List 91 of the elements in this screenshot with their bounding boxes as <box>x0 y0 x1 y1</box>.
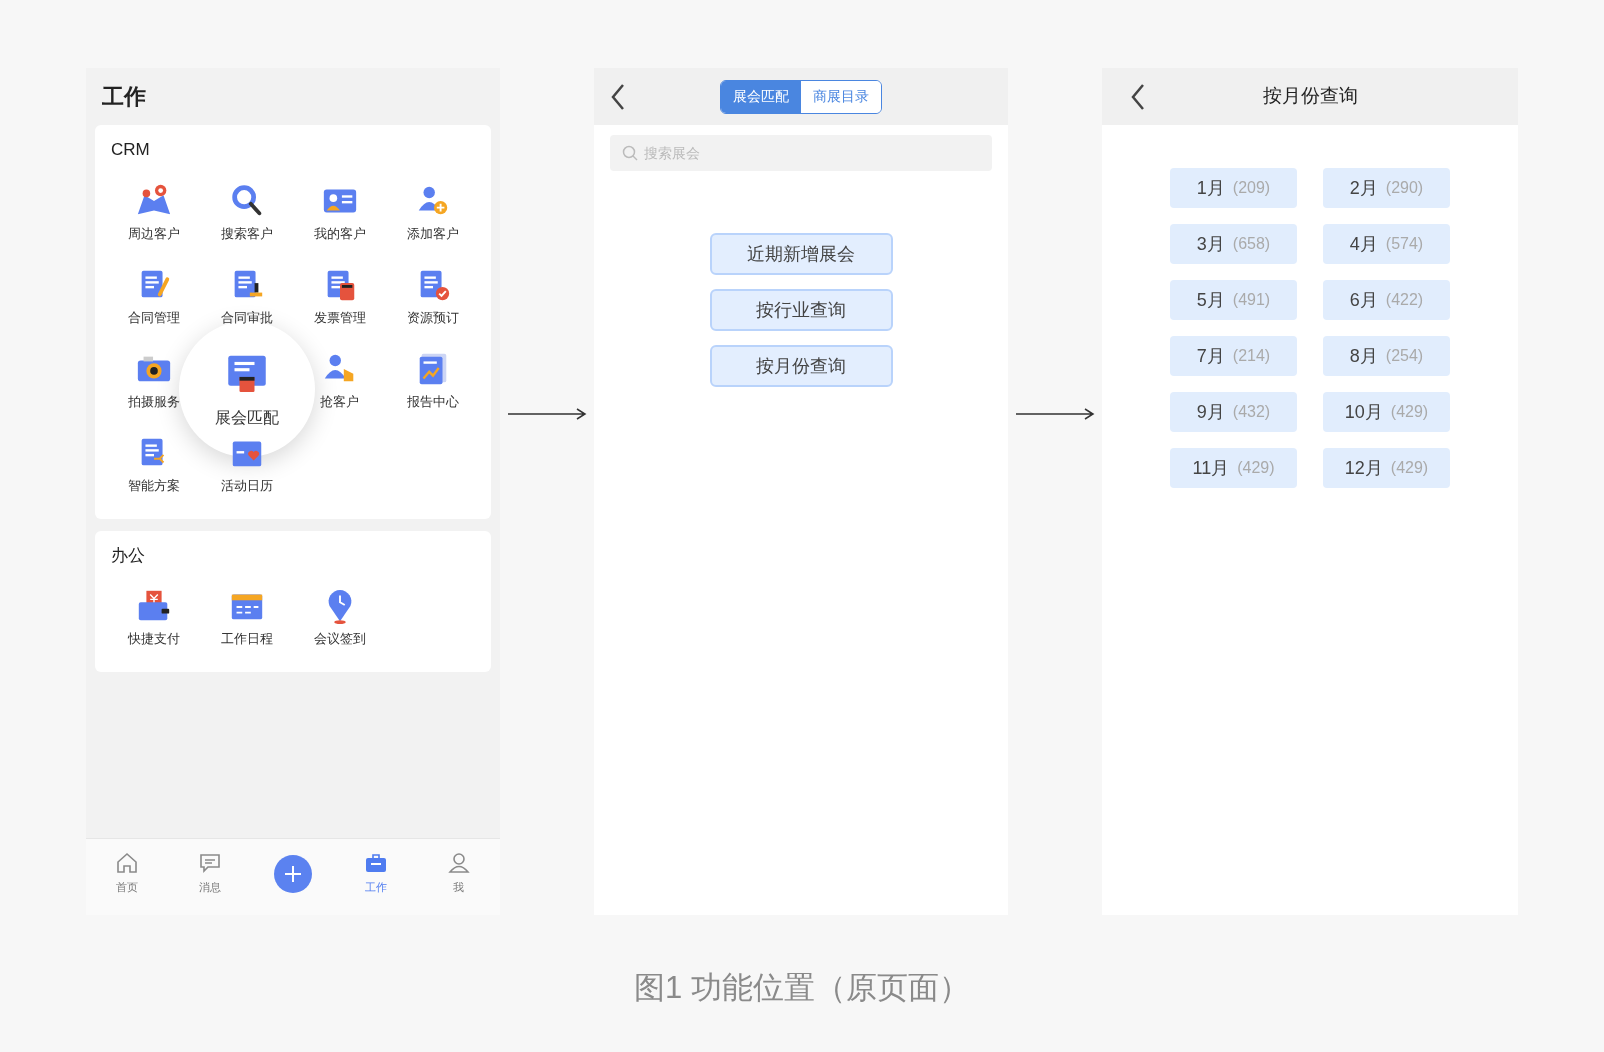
month-label: 12月 <box>1344 456 1383 480</box>
app-tile[interactable]: 快捷支付 <box>127 587 180 649</box>
screen-title: 按月份查询 <box>1262 84 1358 109</box>
plus-icon <box>284 865 302 883</box>
app-tile[interactable]: 我的客户 <box>313 181 366 244</box>
app-tile[interactable]: 搜索客户 <box>220 181 273 244</box>
app-tile[interactable]: 合同管理 <box>127 265 180 328</box>
app-label: 智能方案 <box>127 476 180 495</box>
month-button[interactable]: 7月 (214) <box>1170 336 1297 376</box>
month-button[interactable]: 8月 (254) <box>1323 336 1450 376</box>
month-count: (429) <box>1390 458 1429 478</box>
month-count: (429) <box>1237 458 1275 478</box>
app-label: 工作日程 <box>220 630 273 649</box>
profile-icon <box>446 851 471 875</box>
month-label: 10月 <box>1344 400 1383 424</box>
app-tile[interactable]: 抢客户 <box>320 349 359 412</box>
app-label: 快捷支付 <box>127 630 180 649</box>
app-label: 周边客户 <box>127 224 180 243</box>
month-button[interactable]: 1月 (209) <box>1170 168 1297 208</box>
add-button[interactable] <box>274 855 312 893</box>
month-button[interactable]: 4月 (574) <box>1323 224 1450 264</box>
month-button[interactable]: 11月 (429) <box>1170 448 1297 488</box>
month-button[interactable]: 10月 (429) <box>1323 392 1450 432</box>
month-label: 11月 <box>1192 456 1230 480</box>
app-label: 会议签到 <box>313 630 366 649</box>
screen-title: 工作 <box>102 83 146 111</box>
back-icon[interactable] <box>1130 83 1146 111</box>
chat-icon <box>198 851 223 875</box>
arrow-icon <box>507 408 587 420</box>
nav-tab[interactable]: 消息 <box>198 851 223 896</box>
month-count: (574) <box>1385 234 1424 254</box>
app-tile[interactable]: 拍摄服务 <box>127 349 180 412</box>
month-label: 4月 <box>1349 232 1378 256</box>
app-tile[interactable]: 报告中心 <box>406 349 459 412</box>
app-label: 抢客户 <box>320 392 359 411</box>
query-button[interactable]: 近期新增展会 <box>709 233 893 275</box>
query-button[interactable]: 按月份查询 <box>709 345 893 387</box>
briefcase-icon <box>363 851 388 875</box>
app-label: 添加客户 <box>406 224 459 243</box>
app-tile[interactable]: 会议签到 <box>313 587 366 649</box>
month-count: (491) <box>1232 290 1271 310</box>
app-label: 搜索客户 <box>220 224 273 243</box>
month-count: (429) <box>1390 402 1429 422</box>
month-count: (290) <box>1385 178 1424 198</box>
month-button[interactable]: 3月 (658) <box>1170 224 1297 264</box>
app-label: 资源预订 <box>406 308 459 327</box>
month-count: (254) <box>1385 346 1424 366</box>
app-tile[interactable]: 工作日程 <box>220 587 273 649</box>
month-label: 1月 <box>1196 176 1225 200</box>
month-count: (209) <box>1232 178 1271 198</box>
app-label: 展会匹配 <box>214 407 279 428</box>
month-label: 5月 <box>1196 288 1225 312</box>
month-button[interactable]: 9月 (432) <box>1170 392 1297 432</box>
nav-tab[interactable]: 我 <box>446 851 471 896</box>
app-tile[interactable]: 智能方案 <box>127 433 180 496</box>
app-label: 报告中心 <box>406 392 459 411</box>
segment-tab[interactable]: 商展目录 <box>801 80 881 113</box>
arrow-icon <box>1015 408 1095 420</box>
figure-caption: 图1 功能位置（原页面） <box>634 969 970 1007</box>
section-title: 办公 <box>110 545 146 565</box>
month-button[interactable]: 6月 (422) <box>1323 280 1450 320</box>
month-label: 9月 <box>1196 400 1225 424</box>
month-label: 6月 <box>1349 288 1378 312</box>
home-icon <box>115 851 140 875</box>
month-label: 8月 <box>1349 344 1378 368</box>
app-tile[interactable]: 周边客户 <box>127 181 180 244</box>
month-button[interactable]: 2月 (290) <box>1323 168 1450 208</box>
search-icon <box>622 145 638 161</box>
segment-tab[interactable]: 展会匹配 <box>721 80 801 113</box>
app-label: 活动日历 <box>220 476 273 495</box>
month-count: (432) <box>1232 402 1271 422</box>
back-icon[interactable] <box>610 83 626 111</box>
nav-tab[interactable]: 首页 <box>115 851 140 896</box>
app-label: 发票管理 <box>313 308 366 327</box>
app-tile[interactable]: 添加客户 <box>406 181 459 244</box>
month-count: (658) <box>1232 234 1271 254</box>
month-count: (422) <box>1385 290 1424 310</box>
query-button[interactable]: 按行业查询 <box>709 289 893 331</box>
app-label: 我的客户 <box>313 224 366 243</box>
section-title: CRM <box>110 140 151 159</box>
month-label: 2月 <box>1349 176 1378 200</box>
month-label: 3月 <box>1196 232 1225 256</box>
app-label: 拍摄服务 <box>127 392 180 411</box>
month-count: (214) <box>1232 346 1271 366</box>
month-button[interactable]: 5月 (491) <box>1170 280 1297 320</box>
app-tile[interactable]: 资源预订 <box>406 265 459 328</box>
month-label: 7月 <box>1196 344 1225 368</box>
app-label: 合同管理 <box>127 308 180 327</box>
app-tile[interactable]: 发票管理 <box>313 265 366 328</box>
month-button[interactable]: 12月 (429) <box>1323 448 1450 488</box>
nav-tab[interactable]: 工作 <box>363 851 388 896</box>
